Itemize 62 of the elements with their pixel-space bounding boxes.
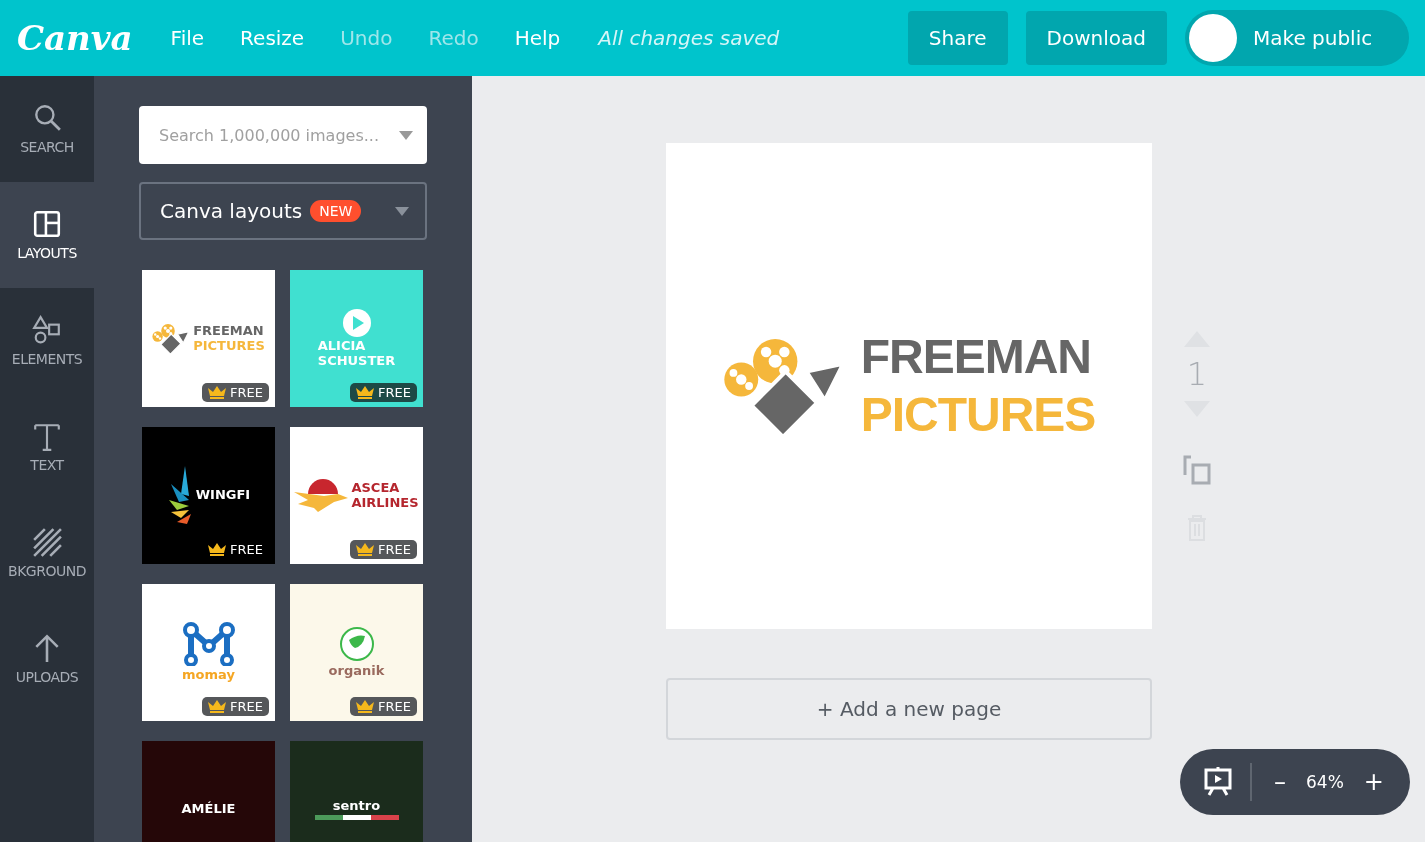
template-text: WINGFI <box>195 488 251 503</box>
film-camera-icon <box>152 322 191 355</box>
template-thumbnail[interactable]: AMÉLIE <box>142 741 275 842</box>
zoom-level: 64% <box>1306 772 1344 792</box>
template-text: SCHUSTER <box>317 353 396 368</box>
bird-icon <box>294 477 349 514</box>
template-text: momay <box>182 668 235 683</box>
template-thumbnail[interactable]: momay FREE <box>142 584 275 721</box>
crown-icon <box>356 386 375 399</box>
caret-icon <box>395 206 409 216</box>
flag-stripe-icon <box>314 815 399 821</box>
template-text: PICTURES <box>193 338 265 353</box>
design-page[interactable]: FREEMAN PICTURES <box>666 143 1152 629</box>
logo-text: FREEMAN <box>860 329 1092 386</box>
template-text: AIRLINES <box>351 495 419 510</box>
top-button[interactable]: Share <box>907 11 1008 65</box>
template-text: sentro <box>332 798 381 814</box>
new-badge: NEW <box>310 200 362 222</box>
template-text: AMÉLIE <box>181 802 236 817</box>
stripes-icon <box>32 527 62 557</box>
shapes-icon <box>32 315 62 345</box>
template-thumbnail[interactable]: sentro <box>290 741 423 842</box>
presentation-icon[interactable] <box>1204 767 1232 797</box>
save-status: All changes saved <box>598 26 780 50</box>
template-text: ALICIA <box>317 339 367 354</box>
template-text: ASCEA <box>351 481 401 496</box>
template-thumbnail[interactable]: WINGFI FREE <box>142 427 275 564</box>
free-badge: FREE <box>350 540 417 559</box>
free-badge: FREE <box>202 697 269 716</box>
free-badge: FREE <box>202 383 269 402</box>
page-number: 1 <box>1186 355 1208 393</box>
caret-icon <box>399 131 413 140</box>
template-thumbnail[interactable]: ASCEA AIRLINES FREE <box>290 427 423 564</box>
crown-icon <box>208 386 227 399</box>
top-button[interactable]: Download <box>1025 11 1167 65</box>
template-thumbnail[interactable]: FREEMAN PICTURES FREE <box>142 270 275 407</box>
make-public-toggle[interactable]: Make public <box>1185 10 1409 66</box>
m-logo-icon <box>182 622 235 667</box>
zoom-out-button[interactable]: – <box>1274 768 1286 796</box>
template-text: FREEMAN <box>193 324 265 339</box>
layout-icon <box>32 209 62 239</box>
crown-icon <box>356 700 375 713</box>
copy-icon[interactable] <box>1183 455 1211 485</box>
template-thumbnail[interactable]: ALICIA SCHUSTER FREE <box>290 270 423 407</box>
template-thumbnail[interactable]: organik FREE <box>290 584 423 721</box>
add-page-button[interactable]: + Add a new page <box>666 678 1152 740</box>
free-badge: FREE <box>350 697 417 716</box>
crown-icon <box>208 700 227 713</box>
crown-icon <box>356 543 375 556</box>
logo-text: PICTURES <box>860 387 1096 443</box>
zoom-in-button[interactable]: + <box>1363 768 1384 796</box>
search-icon <box>32 103 62 133</box>
template-text: organik <box>328 664 385 679</box>
free-label: FREE <box>202 540 269 559</box>
sidebar-tab[interactable]: LAYOUTS <box>0 182 94 288</box>
play-icon <box>342 309 371 338</box>
layouts-dropdown[interactable]: Canva layouts NEW <box>139 182 427 240</box>
search-field[interactable]: Search 1,000,000 images... <box>139 106 427 164</box>
free-badge: FREE <box>350 383 417 402</box>
text-icon <box>32 421 62 451</box>
crown-icon <box>208 543 227 556</box>
leaf-icon <box>338 626 375 663</box>
